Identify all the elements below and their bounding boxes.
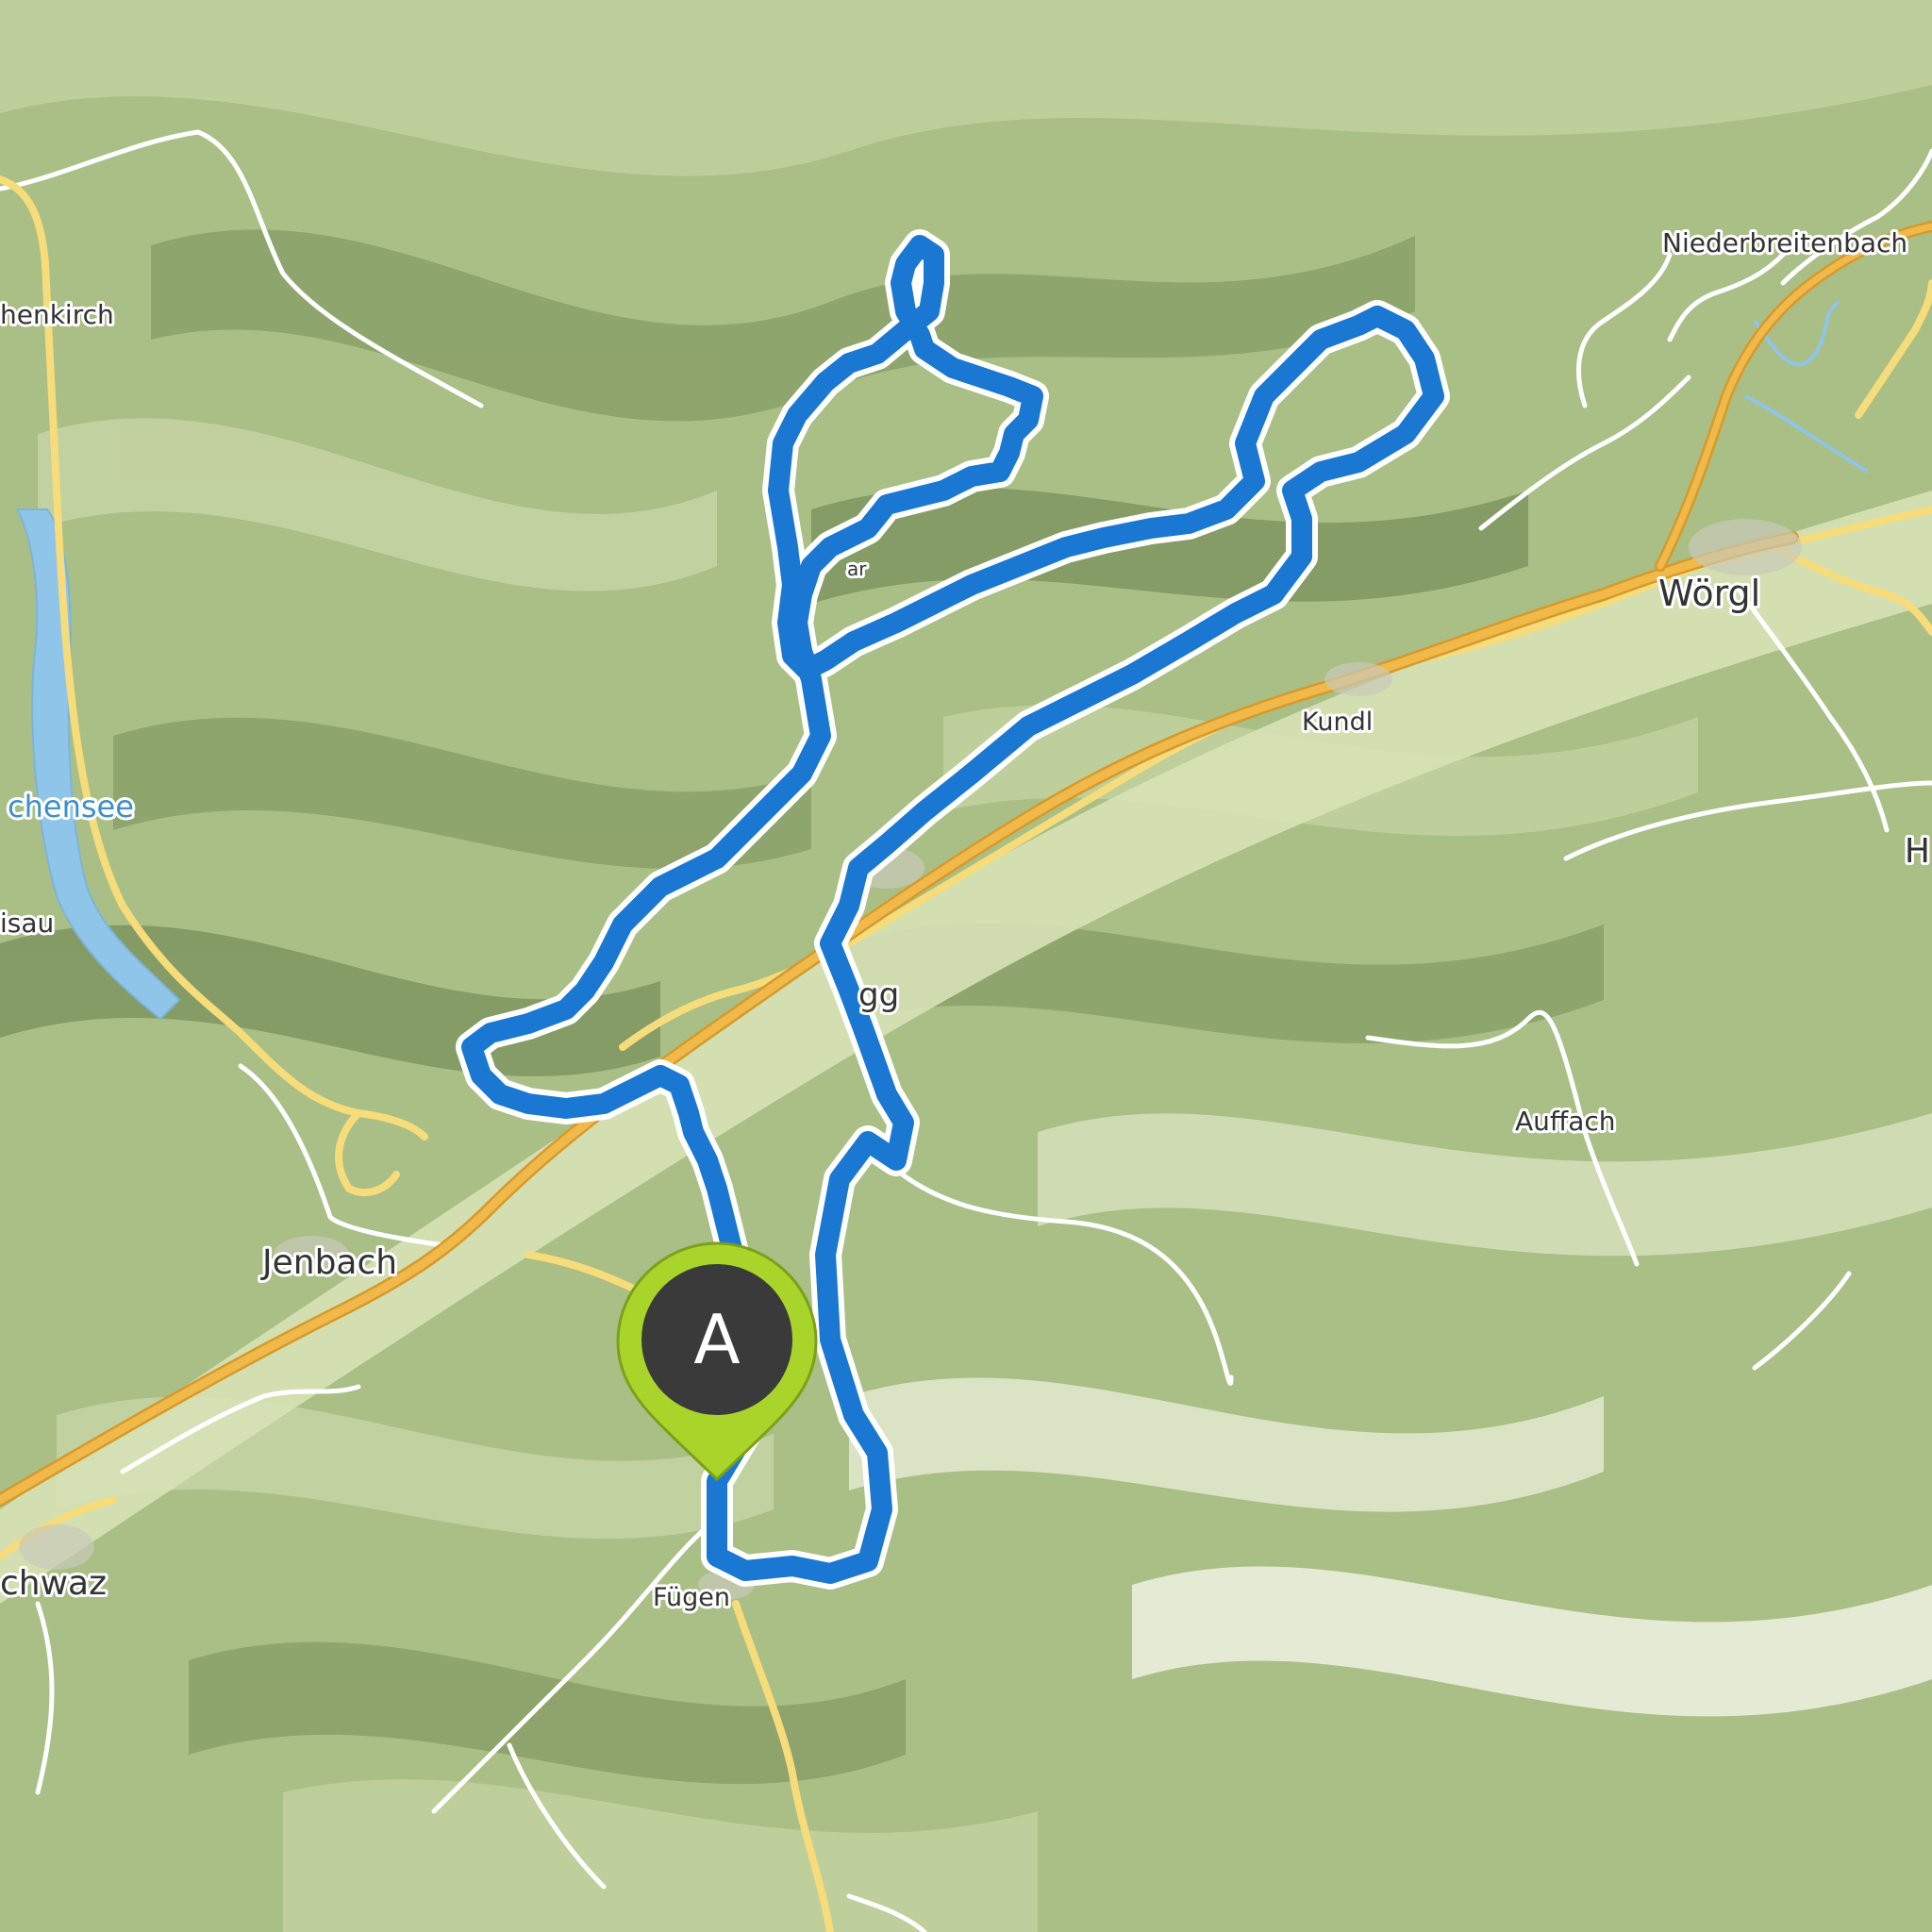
- place-label-kundl: Kundl: [1302, 708, 1373, 737]
- map-viewport[interactable]: Niederbreitenbach henkirch Wörgl Kundl c…: [0, 0, 1932, 1932]
- place-label-niederbreitenbach: Niederbreitenbach: [1662, 227, 1907, 258]
- place-label-woergl: Wörgl: [1658, 573, 1760, 614]
- lake-label-achensee: chensee: [8, 789, 134, 824]
- place-label-maurach: isau: [0, 908, 54, 939]
- marker-label: A: [693, 1300, 740, 1379]
- place-label-fuegen: Fügen: [653, 1583, 730, 1612]
- map-canvas[interactable]: Niederbreitenbach henkirch Wörgl Kundl c…: [0, 0, 1932, 1932]
- place-label-rattenberg: gg: [858, 976, 899, 1014]
- place-label-edge-right: H: [1905, 832, 1930, 871]
- place-label-route-overlap: ar: [847, 558, 867, 580]
- place-label-auffach: Auffach: [1515, 1106, 1616, 1137]
- place-label-achenkirch: henkirch: [0, 299, 114, 330]
- place-label-jenbach: Jenbach: [260, 1243, 397, 1282]
- place-label-schwaz: chwaz: [0, 1564, 107, 1603]
